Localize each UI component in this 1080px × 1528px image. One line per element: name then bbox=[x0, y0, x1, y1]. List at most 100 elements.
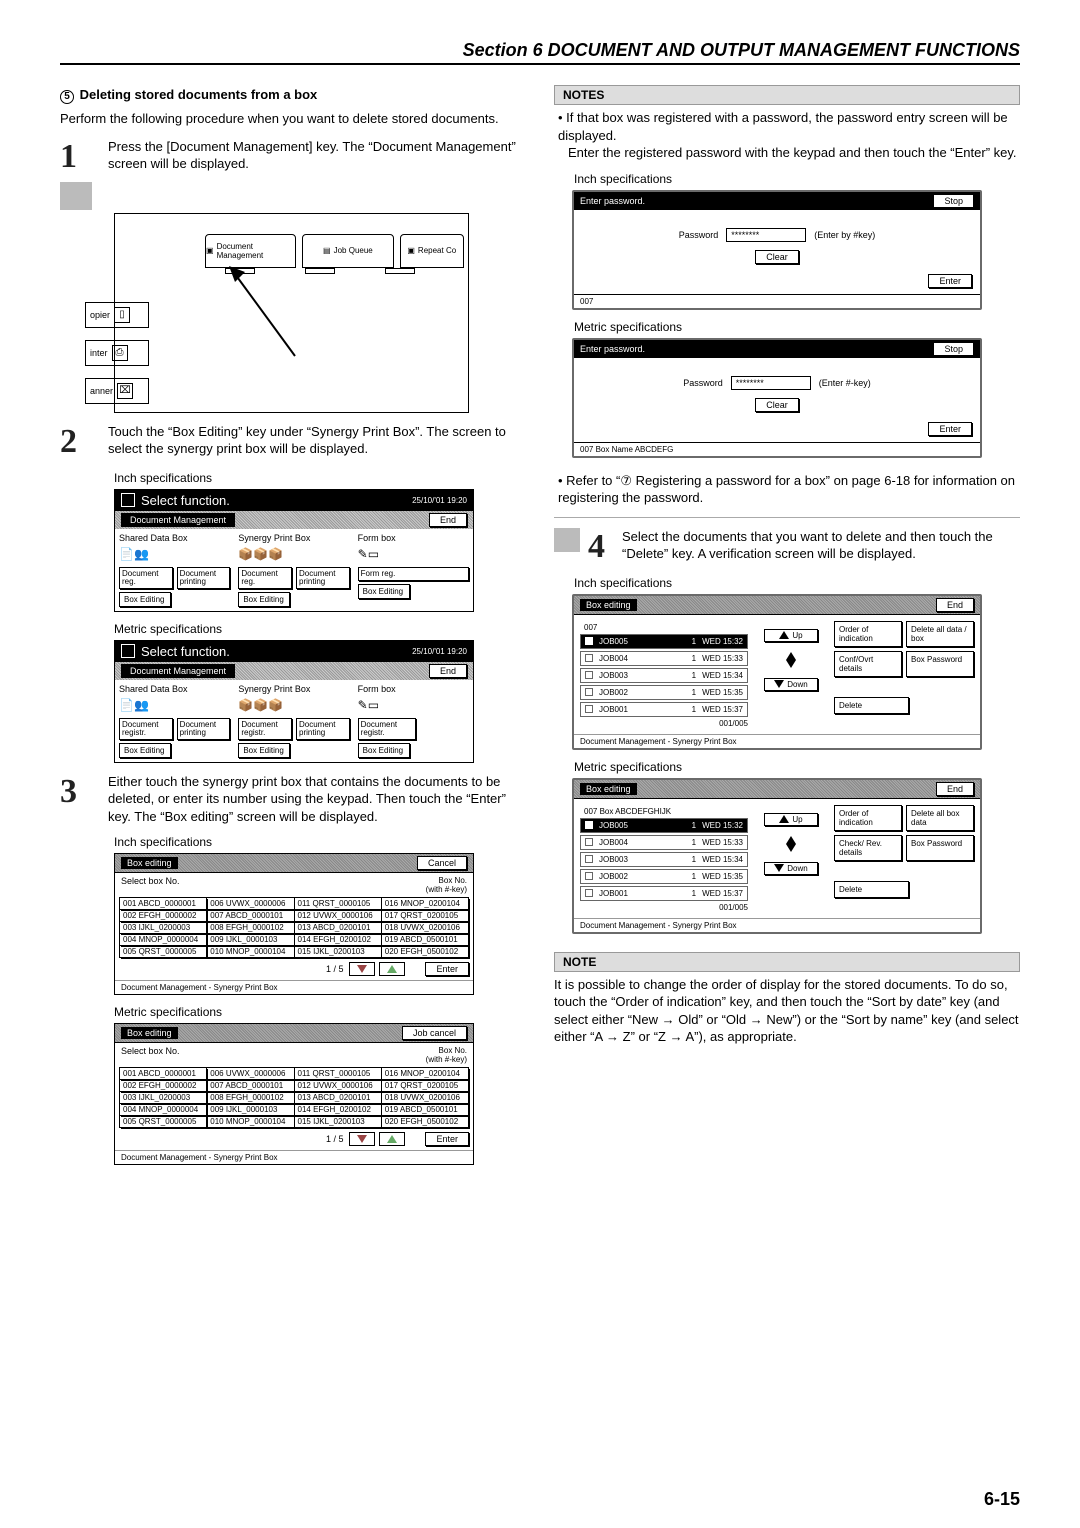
tab-document-management[interactable]: ▣Document Management bbox=[205, 234, 296, 268]
doc-registr-button[interactable]: Document registr. bbox=[238, 718, 292, 740]
page-next-button[interactable] bbox=[379, 962, 405, 976]
doc-print-button[interactable]: Document printing bbox=[296, 718, 350, 740]
doc-registr-button[interactable]: Document registr. bbox=[119, 718, 173, 740]
side-tab-copier[interactable]: opier▯ bbox=[85, 302, 149, 328]
job-row[interactable]: JOB0021WED 15:35 bbox=[580, 685, 748, 700]
delete-all-button[interactable]: Delete all box data bbox=[906, 805, 974, 831]
job-row[interactable]: JOB0031WED 15:34 bbox=[580, 852, 748, 867]
box-cell[interactable]: 016 MNOP_0200104 bbox=[381, 1068, 468, 1080]
box-cell[interactable]: 011 QRST_0000105 bbox=[294, 898, 381, 910]
box-cell[interactable]: 004 MNOP_0000004 bbox=[120, 1104, 207, 1116]
box-cell[interactable]: 017 QRST_0200105 bbox=[381, 910, 468, 922]
box-cell[interactable]: 002 EFGH_0000002 bbox=[120, 910, 207, 922]
breadcrumb[interactable]: Document Management bbox=[121, 664, 235, 678]
box-cell[interactable]: 020 EFGH_0500102 bbox=[381, 946, 468, 958]
side-tab-printer[interactable]: inter⎙ bbox=[85, 340, 149, 366]
form-reg-button[interactable]: Form reg. bbox=[358, 567, 469, 581]
cancel-button[interactable]: Cancel bbox=[417, 856, 467, 870]
box-cell[interactable]: 013 ABCD_0200101 bbox=[294, 1092, 381, 1104]
enter-button[interactable]: Enter bbox=[425, 1132, 469, 1146]
doc-print-button[interactable]: Document printing bbox=[177, 718, 231, 740]
order-indication-button[interactable]: Order of indication bbox=[834, 621, 902, 647]
page-prev-button[interactable] bbox=[349, 962, 375, 976]
box-cell[interactable]: 005 QRST_0000005 bbox=[120, 1116, 207, 1128]
box-cell[interactable]: 014 EFGH_0200102 bbox=[294, 934, 381, 946]
order-indication-button[interactable]: Order of indication bbox=[834, 805, 902, 831]
end-button[interactable]: End bbox=[429, 513, 467, 527]
box-cell[interactable]: 010 MNOP_0000104 bbox=[207, 1116, 294, 1128]
box-cell[interactable]: 009 IJKL_0000103 bbox=[207, 1104, 294, 1116]
box-cell[interactable]: 015 IJKL_0200103 bbox=[294, 1116, 381, 1128]
box-cell[interactable]: 018 UVWX_0200106 bbox=[381, 1092, 468, 1104]
box-editing-button[interactable]: Box Editing bbox=[358, 743, 410, 758]
box-cell[interactable]: 013 ABCD_0200101 bbox=[294, 922, 381, 934]
end-button[interactable]: End bbox=[936, 782, 974, 796]
box-cell[interactable]: 006 UVWX_0000006 bbox=[207, 898, 294, 910]
end-button[interactable]: End bbox=[936, 598, 974, 612]
job-row[interactable]: JOB0011WED 15:37 bbox=[580, 702, 748, 717]
clear-button[interactable]: Clear bbox=[755, 398, 799, 412]
box-cell[interactable]: 019 ABCD_0500101 bbox=[381, 1104, 468, 1116]
box-cell[interactable]: 003 IJKL_0200003 bbox=[120, 922, 207, 934]
page-next-button[interactable] bbox=[379, 1132, 405, 1146]
box-cell[interactable]: 004 MNOP_0000004 bbox=[120, 934, 207, 946]
enter-button[interactable]: Enter bbox=[425, 962, 469, 976]
box-cell[interactable]: 012 UVWX_0000106 bbox=[294, 1080, 381, 1092]
job-row[interactable]: JOB0051WED 15:32 bbox=[580, 634, 748, 649]
password-input[interactable]: ******** bbox=[731, 376, 811, 390]
up-button[interactable]: Up bbox=[764, 813, 818, 826]
tab-repeat-copy[interactable]: ▣Repeat Co bbox=[400, 234, 464, 268]
page-prev-button[interactable] bbox=[349, 1132, 375, 1146]
box-editing-button[interactable]: Box Editing bbox=[238, 743, 290, 758]
box-cell[interactable]: 012 UVWX_0000106 bbox=[294, 910, 381, 922]
box-cell[interactable]: 017 QRST_0200105 bbox=[381, 1080, 468, 1092]
doc-print-button[interactable]: Document printing bbox=[177, 567, 231, 589]
delete-button[interactable]: Delete bbox=[834, 881, 909, 898]
down-button[interactable]: Down bbox=[764, 678, 818, 691]
form-registr-button[interactable]: Document registr. bbox=[358, 718, 417, 740]
box-cell[interactable]: 010 MNOP_0000104 bbox=[207, 946, 294, 958]
job-cancel-button[interactable]: Job cancel bbox=[402, 1026, 467, 1040]
down-button[interactable]: Down bbox=[764, 862, 818, 875]
details-button[interactable]: Check/ Rev. details bbox=[834, 835, 902, 861]
box-editing-button[interactable]: Box Editing bbox=[119, 743, 171, 758]
password-input[interactable]: ******** bbox=[726, 228, 806, 242]
box-cell[interactable]: 016 MNOP_0200104 bbox=[381, 898, 468, 910]
box-cell[interactable]: 001 ABCD_0000001 bbox=[120, 1068, 207, 1080]
box-cell[interactable]: 007 ABCD_0000101 bbox=[207, 1080, 294, 1092]
breadcrumb[interactable]: Document Management bbox=[121, 513, 235, 527]
box-cell[interactable]: 005 QRST_0000005 bbox=[120, 946, 207, 958]
job-row[interactable]: JOB0011WED 15:37 bbox=[580, 886, 748, 901]
box-cell[interactable]: 015 IJKL_0200103 bbox=[294, 946, 381, 958]
box-cell[interactable]: 003 IJKL_0200003 bbox=[120, 1092, 207, 1104]
box-password-button[interactable]: Box Password bbox=[906, 835, 974, 861]
doc-reg-button[interactable]: Document reg. bbox=[119, 567, 173, 589]
box-cell[interactable]: 008 EFGH_0000102 bbox=[207, 922, 294, 934]
end-button[interactable]: End bbox=[429, 664, 467, 678]
job-row[interactable]: JOB0021WED 15:35 bbox=[580, 869, 748, 884]
doc-reg-button[interactable]: Document reg. bbox=[238, 567, 292, 589]
box-editing-button[interactable]: Box Editing bbox=[119, 592, 171, 607]
box-cell[interactable]: 019 ABCD_0500101 bbox=[381, 934, 468, 946]
delete-all-button[interactable]: Delete all data / box bbox=[906, 621, 974, 647]
box-cell[interactable]: 009 IJKL_0000103 bbox=[207, 934, 294, 946]
doc-print-button[interactable]: Document printing bbox=[296, 567, 350, 589]
side-tab-scanner[interactable]: anner⌧ bbox=[85, 378, 149, 404]
box-cell[interactable]: 001 ABCD_0000001 bbox=[120, 898, 207, 910]
job-row[interactable]: JOB0051WED 15:32 bbox=[580, 818, 748, 833]
box-cell[interactable]: 018 UVWX_0200106 bbox=[381, 922, 468, 934]
details-button[interactable]: Conf/Ovrt details bbox=[834, 651, 902, 677]
job-row[interactable]: JOB0041WED 15:33 bbox=[580, 651, 748, 666]
box-cell[interactable]: 014 EFGH_0200102 bbox=[294, 1104, 381, 1116]
box-editing-button[interactable]: Box Editing bbox=[238, 592, 290, 607]
box-cell[interactable]: 007 ABCD_0000101 bbox=[207, 910, 294, 922]
enter-button[interactable]: Enter bbox=[928, 274, 972, 288]
delete-button[interactable]: Delete bbox=[834, 697, 909, 714]
stop-button[interactable]: Stop bbox=[933, 194, 974, 208]
stop-button[interactable]: Stop bbox=[933, 342, 974, 356]
job-row[interactable]: JOB0031WED 15:34 bbox=[580, 668, 748, 683]
box-cell[interactable]: 002 EFGH_0000002 bbox=[120, 1080, 207, 1092]
box-cell[interactable]: 006 UVWX_0000006 bbox=[207, 1068, 294, 1080]
box-cell[interactable]: 020 EFGH_0500102 bbox=[381, 1116, 468, 1128]
box-password-button[interactable]: Box Password bbox=[906, 651, 974, 677]
